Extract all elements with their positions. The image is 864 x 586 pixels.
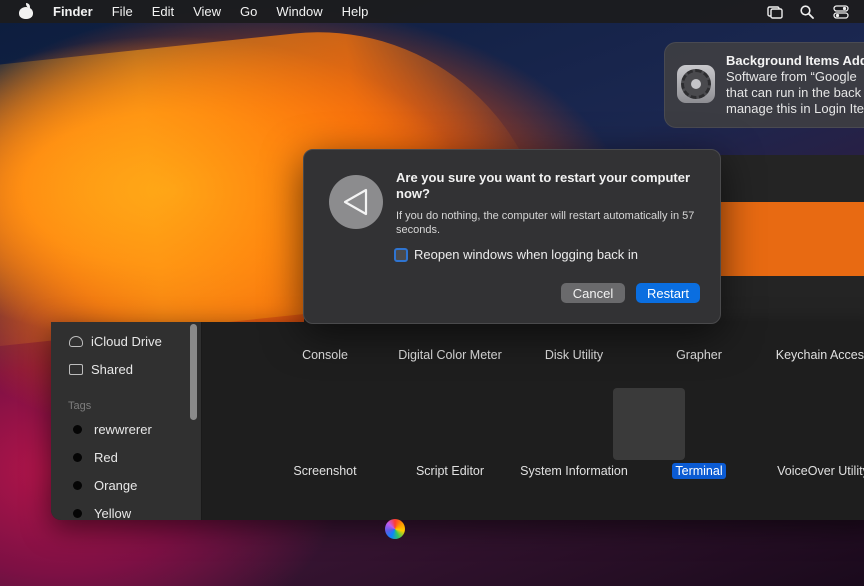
menu-help[interactable]: Help: [342, 4, 369, 19]
sidebar-item-label: rewwrerer: [94, 421, 152, 437]
sidebar-tag-orange[interactable]: Orange: [69, 475, 137, 495]
sidebar-item-label: Yellow: [94, 505, 132, 521]
app-terminal-label: Terminal: [672, 463, 726, 479]
finder-window: iCloud Drive Shared Tags rewwrerer Red O…: [51, 322, 864, 520]
system-settings-icon: [677, 65, 715, 103]
notification-body-line: Software from “Google: [726, 69, 857, 84]
background-window-wallpaper-gap: [720, 202, 864, 276]
control-center-icon[interactable]: [833, 4, 849, 19]
notification-banner[interactable]: Background Items Add Software from “Goog…: [664, 42, 864, 128]
app-system-information[interactable]: System Information: [514, 463, 634, 479]
tag-dot-icon: [73, 424, 82, 434]
dialog-title: Are you sure you want to restart your co…: [396, 170, 691, 201]
menu-view[interactable]: View: [193, 4, 221, 19]
sidebar-item-label: Orange: [94, 477, 138, 493]
screen-mirroring-icon[interactable]: [767, 5, 783, 19]
tag-dot-icon: [73, 480, 82, 490]
sidebar-item-label: Red: [94, 449, 118, 465]
search-icon[interactable]: [800, 4, 815, 19]
finder-content: Console Digital Color Meter Disk Utility…: [202, 322, 864, 520]
notification-body-line: that can run in the back: [726, 85, 862, 100]
app-voiceover-utility[interactable]: VoiceOver Utility: [763, 463, 864, 479]
reopen-windows-checkbox[interactable]: Reopen windows when logging back in: [394, 247, 638, 262]
sidebar-tag-yellow[interactable]: Yellow: [69, 503, 131, 520]
sidebar-scrollbar[interactable]: [190, 324, 197, 420]
menu-edit[interactable]: Edit: [152, 4, 174, 19]
terminal-app-icon[interactable]: [613, 388, 685, 460]
restart-button[interactable]: Restart: [636, 283, 700, 303]
menu-go[interactable]: Go: [240, 4, 257, 19]
tag-dot-icon: [73, 452, 82, 462]
sidebar-item-label: Shared: [91, 361, 133, 377]
cloud-icon: [69, 335, 83, 347]
menu-bar: Finder File Edit View Go Window Help: [0, 0, 864, 23]
apple-menu-icon[interactable]: [19, 3, 33, 19]
menu-file[interactable]: File: [112, 4, 133, 19]
tag-dot-icon: [73, 508, 82, 518]
sidebar-tag-red[interactable]: Red: [69, 447, 118, 467]
checkbox-label: Reopen windows when logging back in: [414, 247, 639, 262]
sidebar-tag-rewwrerer[interactable]: rewwrerer: [69, 419, 152, 439]
app-screenshot[interactable]: Screenshot: [265, 463, 385, 479]
shared-folder-icon: [69, 363, 83, 375]
sidebar-item-shared[interactable]: Shared: [69, 359, 133, 379]
app-terminal[interactable]: Terminal: [639, 463, 759, 479]
app-script-editor[interactable]: Script Editor: [390, 463, 510, 479]
app-grapher[interactable]: Grapher: [639, 347, 759, 363]
busy-spinner-icon: [385, 519, 405, 539]
menu-app-finder[interactable]: Finder: [53, 4, 93, 19]
dialog-message: If you do nothing, the computer will res…: [396, 210, 695, 236]
restart-dialog: Are you sure you want to restart your co…: [303, 149, 721, 324]
sidebar-item-icloud-drive[interactable]: iCloud Drive: [69, 331, 162, 351]
tags-header: Tags: [68, 400, 92, 412]
notification-body-line: manage this in Login Ite: [726, 101, 864, 116]
notification-title: Background Items Add: [726, 53, 864, 68]
checkbox-box[interactable]: [394, 247, 408, 262]
app-keychain-access[interactable]: Keychain Access: [763, 347, 864, 363]
app-digital-color-meter[interactable]: Digital Color Meter: [390, 347, 510, 363]
restart-icon: [329, 175, 383, 229]
menu-window[interactable]: Window: [276, 4, 322, 19]
finder-sidebar: iCloud Drive Shared Tags rewwrerer Red O…: [51, 322, 202, 520]
sidebar-item-label: iCloud Drive: [91, 333, 162, 349]
app-disk-utility[interactable]: Disk Utility: [514, 347, 634, 363]
app-console[interactable]: Console: [265, 347, 385, 363]
cancel-button[interactable]: Cancel: [561, 283, 625, 303]
notification-body: Software from “Google that can run in th…: [726, 69, 864, 117]
